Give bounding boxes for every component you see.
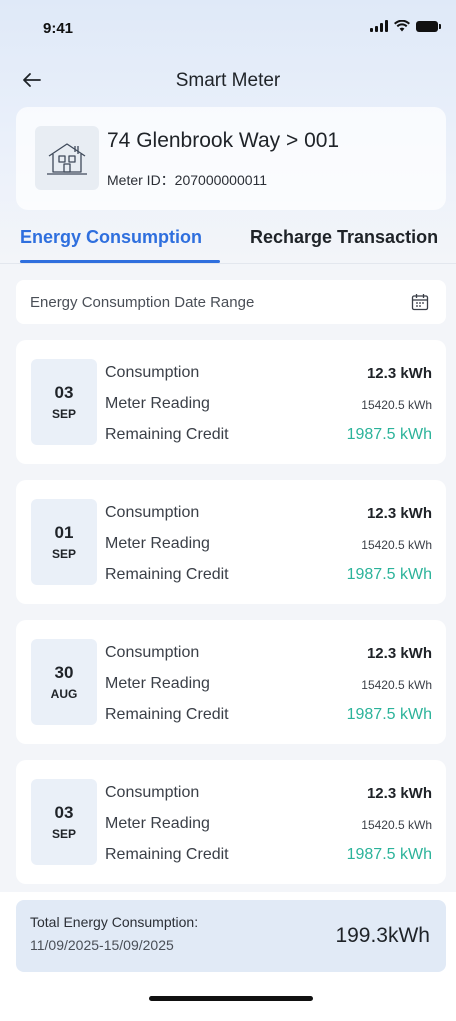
meter-reading-label: Meter Reading bbox=[105, 675, 210, 692]
total-label: Total Energy Consumption: bbox=[30, 914, 199, 930]
battery-icon bbox=[416, 20, 441, 32]
meter-reading-label: Meter Reading bbox=[105, 535, 210, 552]
date-month: SEP bbox=[51, 547, 76, 561]
total-date-range: 11/09/2025-15/09/2025 bbox=[30, 937, 174, 953]
meter-reading-value: 15420.5 kWh bbox=[361, 538, 432, 552]
date-day: 30 bbox=[54, 663, 74, 682]
date-month: SEP bbox=[51, 407, 76, 421]
remaining-credit-label: Remaining Credit bbox=[105, 426, 229, 443]
meter-id: Meter ID：207000000011 bbox=[107, 172, 268, 188]
remaining-credit-label: Remaining Credit bbox=[105, 566, 229, 583]
remaining-credit-value: 1987.5 kWh bbox=[346, 426, 432, 443]
meter-reading-value: 15420.5 kWh bbox=[361, 678, 432, 692]
remaining-credit-label: Remaining Credit bbox=[105, 706, 229, 723]
meter-reading-value: 15420.5 kWh bbox=[361, 398, 432, 412]
consumption-record[interactable]: 01 SEP Consumption Meter Reading Remaini… bbox=[16, 480, 446, 604]
status-time: 9:41 bbox=[43, 20, 74, 37]
remaining-credit-value: 1987.5 kWh bbox=[346, 846, 432, 863]
active-tab-indicator bbox=[20, 260, 220, 263]
date-range-label: Energy Consumption Date Range bbox=[30, 294, 255, 311]
tab-energy-consumption[interactable]: Energy Consumption bbox=[20, 227, 202, 248]
consumption-label: Consumption bbox=[105, 504, 200, 521]
consumption-record[interactable]: 03 SEP Consumption Meter Reading Remaini… bbox=[16, 340, 446, 464]
total-consumption-bar: Total Energy Consumption: 11/09/2025-15/… bbox=[16, 900, 446, 972]
date-badge: 03 SEP bbox=[31, 779, 97, 865]
wifi-icon bbox=[394, 20, 410, 32]
date-day: 03 bbox=[54, 383, 74, 402]
status-bar: 9:41 bbox=[0, 0, 456, 56]
total-value: 199.3kWh bbox=[335, 924, 430, 947]
house-icon bbox=[35, 126, 99, 190]
date-month: AUG bbox=[50, 687, 78, 701]
meter-card[interactable]: 74 Glenbrook Way > 001 Meter ID：20700000… bbox=[16, 107, 446, 210]
consumption-value: 12.3 kWh bbox=[366, 645, 432, 662]
date-month: SEP bbox=[51, 827, 76, 841]
remaining-credit-value: 1987.5 kWh bbox=[346, 566, 432, 583]
meter-name: 74 Glenbrook Way > 001 bbox=[107, 129, 340, 152]
consumption-label: Consumption bbox=[105, 364, 200, 381]
consumption-value: 12.3 kWh bbox=[366, 365, 432, 382]
page-title: Smart Meter bbox=[175, 70, 281, 91]
consumption-value: 12.3 kWh bbox=[366, 505, 432, 522]
tab-bar: Energy Consumption Recharge Transaction bbox=[0, 222, 456, 264]
date-badge: 03 SEP bbox=[31, 359, 97, 445]
remaining-credit-label: Remaining Credit bbox=[105, 846, 229, 863]
status-icons bbox=[370, 20, 441, 32]
tab-recharge-transaction[interactable]: Recharge Transaction bbox=[250, 227, 438, 248]
date-day: 03 bbox=[54, 803, 74, 822]
date-range-picker[interactable]: Energy Consumption Date Range bbox=[16, 280, 446, 324]
calendar-icon bbox=[411, 294, 429, 311]
date-badge: 01 SEP bbox=[31, 499, 97, 585]
smart-meter-screen: 9:41 Smart Meter 74 Glenbrook Way > 001 … bbox=[0, 0, 456, 1021]
home-indicator[interactable] bbox=[149, 996, 313, 1001]
date-badge: 30 AUG bbox=[31, 639, 97, 725]
consumption-value: 12.3 kWh bbox=[366, 785, 432, 802]
meter-reading-label: Meter Reading bbox=[105, 815, 210, 832]
cellular-signal-icon bbox=[370, 20, 388, 32]
meter-reading-label: Meter Reading bbox=[105, 395, 210, 412]
meter-reading-value: 15420.5 kWh bbox=[361, 818, 432, 832]
nav-bar: Smart Meter bbox=[0, 60, 456, 100]
consumption-record[interactable]: 30 AUG Consumption Meter Reading Remaini… bbox=[16, 620, 446, 744]
consumption-record[interactable]: 03 SEP Consumption Meter Reading Remaini… bbox=[16, 760, 446, 884]
consumption-label: Consumption bbox=[105, 784, 200, 801]
consumption-label: Consumption bbox=[105, 644, 200, 661]
remaining-credit-value: 1987.5 kWh bbox=[346, 706, 432, 723]
date-day: 01 bbox=[54, 523, 74, 542]
